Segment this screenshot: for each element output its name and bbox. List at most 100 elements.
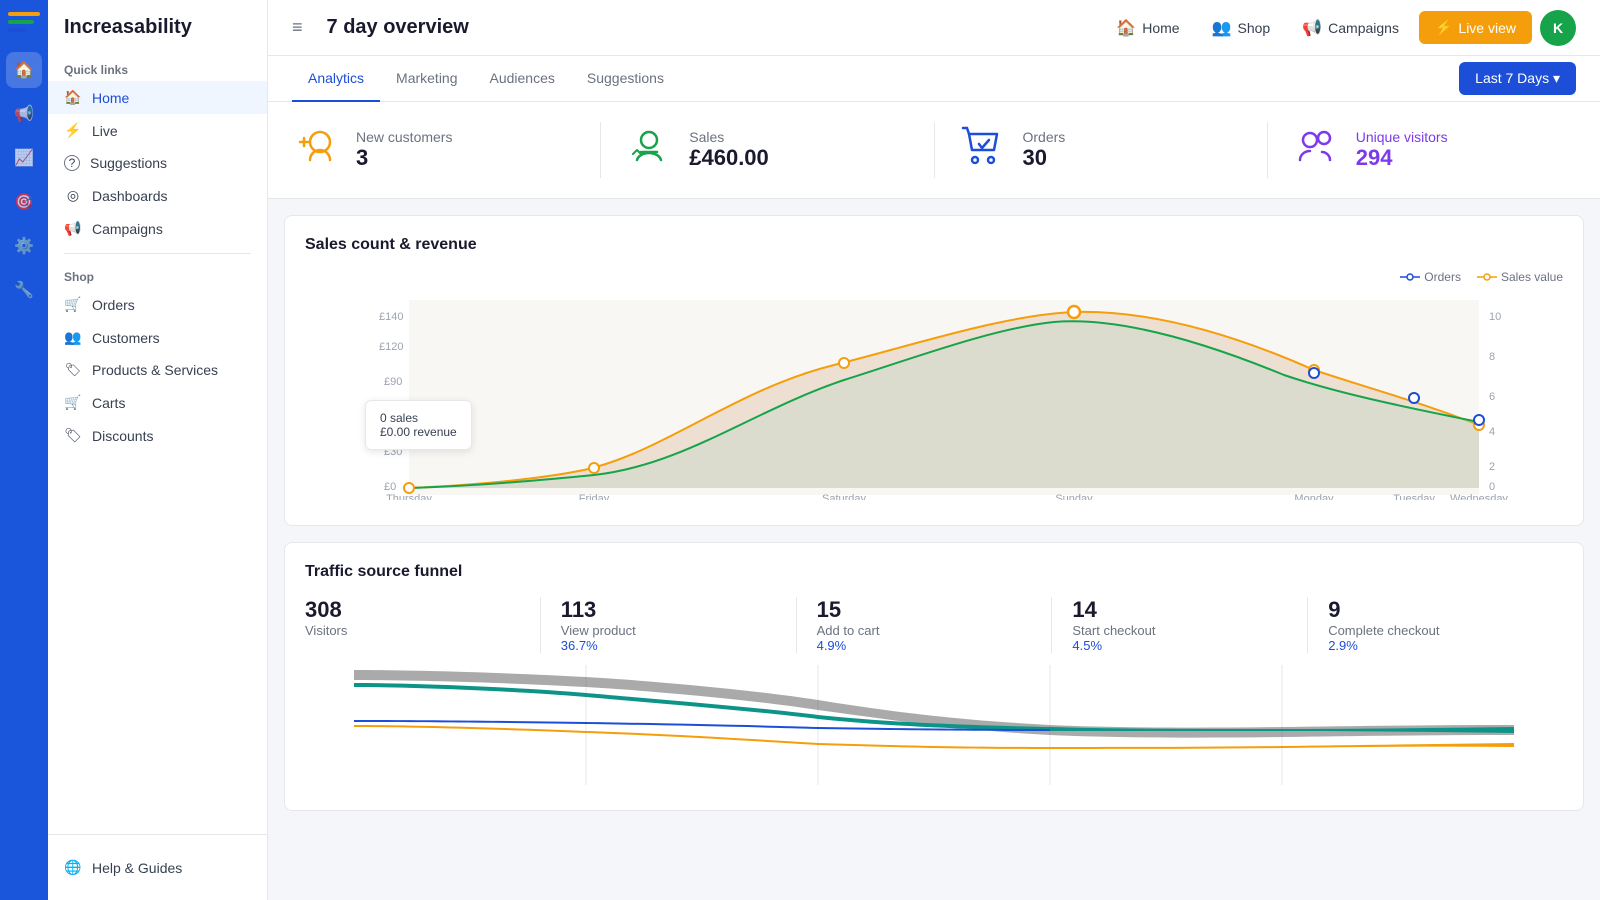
live-icon: ⚡ (64, 122, 82, 139)
sidebar-item-orders[interactable]: 🛒 Orders (48, 288, 267, 321)
user-avatar[interactable]: K (1540, 10, 1576, 46)
orders-stat-icon (959, 122, 1007, 178)
nav-icon-settings[interactable]: ⚙️ (6, 228, 42, 264)
live-icon: ⚡ (1435, 19, 1452, 36)
sidebar-item-home[interactable]: 🏠 Home (48, 81, 267, 114)
topbar-nav-shop[interactable]: 👥 Shop (1200, 12, 1283, 44)
nav-icon-tools[interactable]: 🔧 (6, 272, 42, 308)
topbar-nav-home-label: Home (1142, 20, 1179, 36)
sidebar-item-products[interactable]: 🏷 Products & Services (48, 354, 267, 386)
legend-orders: Orders (1400, 270, 1461, 284)
sidebar-item-dashboards[interactable]: ◎ Dashboards (48, 179, 267, 212)
tooltip-line1: 0 sales (380, 411, 457, 425)
funnel-checkout-complete-num: 9 (1328, 597, 1543, 623)
topbar-nav-campaigns[interactable]: 📢 Campaigns (1290, 12, 1411, 44)
menu-icon[interactable]: ≡ (292, 17, 303, 38)
stat-visitors: Unique visitors 294 (1292, 122, 1576, 178)
sidebar-item-help[interactable]: 🌐 Help & Guides (48, 851, 267, 884)
tab-analytics[interactable]: Analytics (292, 56, 380, 102)
live-view-button[interactable]: ⚡ Live view (1419, 11, 1532, 44)
icon-bar: 🏠 📢 📈 🎯 ⚙️ 🔧 (0, 0, 48, 900)
stat-new-customers-label: New customers (356, 129, 452, 145)
campaigns-nav-icon: 📢 (1302, 18, 1322, 38)
sidebar-item-products-label: Products & Services (92, 362, 218, 378)
funnel-view-num: 113 (561, 597, 776, 623)
svg-text:Tuesday: Tuesday (1393, 493, 1435, 500)
topbar: ≡ 7 day overview 🏠 Home 👥 Shop 📢 Campaig… (268, 0, 1600, 56)
svg-text:Wednesday: Wednesday (1450, 493, 1508, 500)
suggestions-icon: ? (64, 155, 80, 171)
stat-sales-value: £460.00 (689, 145, 769, 171)
sidebar-item-live[interactable]: ⚡ Live (48, 114, 267, 147)
discounts-icon: 🏷 (64, 427, 82, 444)
brand-name: Increasability (48, 16, 267, 55)
topbar-nav: 🏠 Home 👥 Shop 📢 Campaigns ⚡ Live view K (1104, 10, 1576, 46)
svg-text:4: 4 (1489, 426, 1495, 438)
campaigns-icon: 📢 (64, 220, 82, 237)
funnel-view-pct: 36.7% (561, 638, 776, 653)
svg-text:6: 6 (1489, 391, 1495, 403)
sidebar-item-help-label: Help & Guides (92, 860, 182, 876)
tab-audiences[interactable]: Audiences (474, 56, 571, 102)
sidebar-item-campaigns-label: Campaigns (92, 221, 163, 237)
products-icon: 🏷 (64, 362, 82, 378)
tabs-bar: Analytics Marketing Audiences Suggestion… (268, 56, 1600, 102)
tab-marketing[interactable]: Marketing (380, 56, 473, 102)
svg-text:£120: £120 (379, 341, 403, 353)
sidebar-item-carts[interactable]: 🛒 Carts (48, 386, 267, 419)
funnel-stat-view: 113 View product 36.7% (561, 597, 797, 653)
funnel-stats: 308 Visitors 113 View product 36.7% 15 A… (305, 597, 1563, 653)
svg-text:10: 10 (1489, 311, 1501, 323)
sidebar-item-customers-label: Customers (92, 330, 160, 346)
funnel-view-label: View product (561, 623, 776, 638)
stat-orders-info: Orders 30 (1023, 129, 1066, 171)
orders-icon: 🛒 (64, 296, 82, 313)
svg-text:Sunday: Sunday (1055, 493, 1093, 500)
stat-sales-label: Sales (689, 129, 769, 145)
stat-orders: Orders 30 (959, 122, 1268, 178)
tooltip-line2: £0.00 revenue (380, 425, 457, 439)
sidebar-item-campaigns[interactable]: 📢 Campaigns (48, 212, 267, 245)
sales-chart-section: Sales count & revenue Orders Sales value (284, 215, 1584, 526)
topbar-nav-campaigns-label: Campaigns (1328, 20, 1399, 36)
funnel-stat-checkout-start: 14 Start checkout 4.5% (1072, 597, 1308, 653)
nav-icon-target[interactable]: 🎯 (6, 184, 42, 220)
svg-text:Thursday: Thursday (386, 493, 432, 500)
nav-icon-home[interactable]: 🏠 (6, 52, 42, 88)
app-logo (8, 12, 40, 36)
funnel-checkout-start-num: 14 (1072, 597, 1287, 623)
topbar-nav-home[interactable]: 🏠 Home (1104, 12, 1191, 44)
stat-new-customers: New customers 3 (292, 122, 601, 178)
stat-new-customers-value: 3 (356, 145, 452, 171)
sidebar-item-suggestions-label: Suggestions (90, 155, 167, 171)
help-icon: 🌐 (64, 859, 82, 876)
funnel-checkout-complete-label: Complete checkout (1328, 623, 1543, 638)
shop-title: Shop (48, 262, 267, 288)
carts-icon: 🛒 (64, 394, 82, 411)
sidebar-item-carts-label: Carts (92, 395, 125, 411)
funnel-stat-checkout-complete: 9 Complete checkout 2.9% (1328, 597, 1563, 653)
date-range-button[interactable]: Last 7 Days ▾ (1459, 62, 1576, 95)
funnel-cart-num: 15 (817, 597, 1032, 623)
content-area: Analytics Marketing Audiences Suggestion… (268, 56, 1600, 900)
topbar-nav-shop-label: Shop (1238, 20, 1271, 36)
sidebar-item-suggestions[interactable]: ? Suggestions (48, 147, 267, 179)
nav-icon-trending[interactable]: 📈 (6, 140, 42, 176)
funnel-section: Traffic source funnel 308 Visitors 113 V… (284, 542, 1584, 811)
svg-text:8: 8 (1489, 351, 1495, 363)
funnel-checkout-start-label: Start checkout (1072, 623, 1287, 638)
sidebar-item-home-label: Home (92, 90, 129, 106)
funnel-cart-label: Add to cart (817, 623, 1032, 638)
sales-icon (625, 122, 673, 178)
new-customers-icon (292, 122, 340, 178)
tab-suggestions[interactable]: Suggestions (571, 56, 680, 102)
sidebar-item-discounts[interactable]: 🏷 Discounts (48, 419, 267, 452)
stat-visitors-value: 294 (1356, 145, 1448, 171)
funnel-visitors-num: 308 (305, 597, 520, 623)
stat-orders-label: Orders (1023, 129, 1066, 145)
svg-text:Monday: Monday (1294, 493, 1334, 500)
svg-text:Saturday: Saturday (822, 493, 867, 500)
sidebar-item-customers[interactable]: 👥 Customers (48, 321, 267, 354)
nav-icon-megaphone[interactable]: 📢 (6, 96, 42, 132)
analytics-tabs: Analytics Marketing Audiences Suggestion… (292, 56, 680, 101)
